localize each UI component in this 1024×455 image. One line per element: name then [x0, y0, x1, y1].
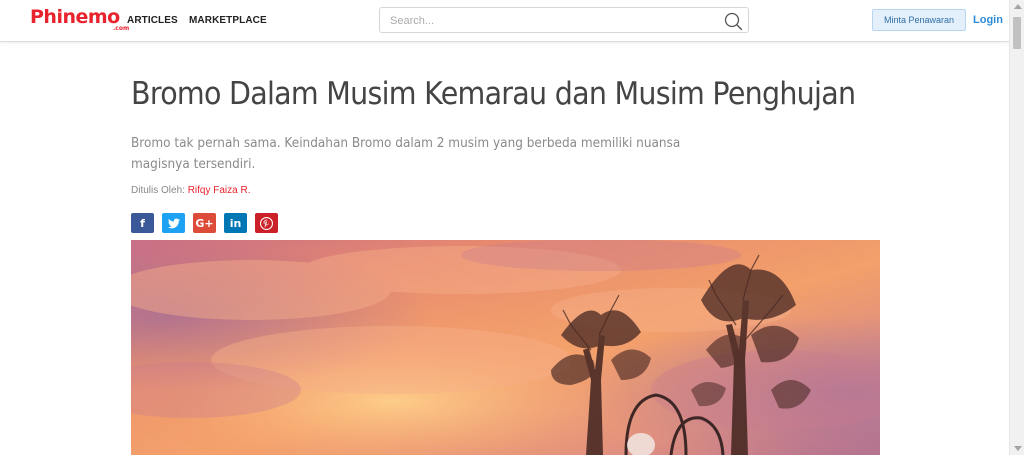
- sunset-trees-photo: [131, 240, 880, 455]
- login-link[interactable]: Login: [973, 14, 1003, 26]
- nav-articles-link[interactable]: ARTICLES: [127, 15, 178, 26]
- scroll-thumb[interactable]: [1013, 17, 1021, 49]
- twitter-share-button[interactable]: [162, 213, 185, 233]
- pinterest-share-button[interactable]: [255, 213, 278, 233]
- pinterest-icon: [260, 216, 273, 230]
- site-logo[interactable]: Phinemo .com: [30, 6, 129, 32]
- article-title: Bromo Dalam Musim Kemarau dan Musim Peng…: [131, 76, 856, 112]
- logo-text: Phinemo: [30, 6, 120, 28]
- linkedin-share-button[interactable]: in: [224, 213, 247, 233]
- nav-marketplace-link[interactable]: MARKETPLACE: [189, 15, 267, 26]
- search-input[interactable]: [390, 13, 710, 29]
- facebook-icon: f: [140, 216, 145, 230]
- article-hero-image: [131, 240, 880, 455]
- request-offer-button[interactable]: Minta Penawaran: [872, 9, 966, 31]
- scroll-down-arrow-icon[interactable]: [1014, 446, 1022, 451]
- logo-suffix: .com: [113, 25, 130, 32]
- linkedin-icon: in: [229, 216, 242, 230]
- author-link[interactable]: Rifqy Faiza R.: [188, 185, 251, 196]
- search-icon[interactable]: [723, 11, 743, 31]
- article-byline: Ditulis Oleh: Rifqy Faiza R.: [131, 185, 250, 196]
- twitter-icon: [167, 218, 180, 228]
- google-plus-icon: G+: [195, 216, 214, 230]
- top-navbar: Phinemo .com ARTICLES MARKETPLACE Minta …: [0, 0, 1009, 42]
- search-box: [379, 7, 749, 33]
- article-lead: Bromo tak pernah sama. Keindahan Bromo d…: [131, 136, 681, 172]
- scroll-up-arrow-icon[interactable]: [1014, 4, 1022, 9]
- page-scrollbar[interactable]: [1009, 0, 1024, 455]
- byline-label: Ditulis Oleh:: [131, 185, 185, 196]
- facebook-share-button[interactable]: f: [131, 213, 154, 233]
- share-buttons: f G+ in: [131, 213, 278, 233]
- google-plus-share-button[interactable]: G+: [193, 213, 216, 233]
